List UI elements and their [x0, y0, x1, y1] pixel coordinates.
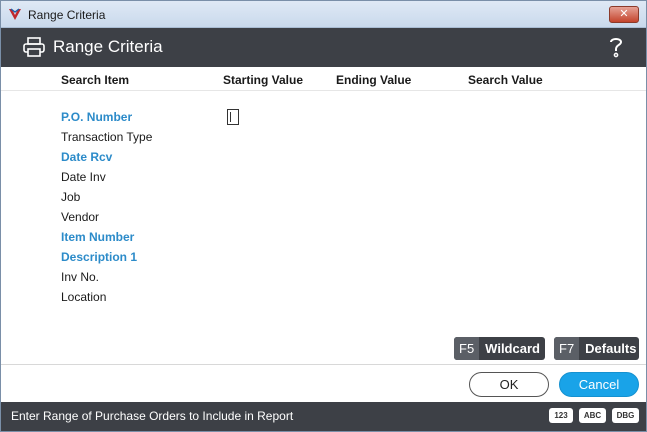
debug-mode-badge[interactable]: DBG [612, 408, 639, 423]
defaults-button[interactable]: F7 Defaults [554, 337, 639, 360]
search-item-po-number[interactable]: P.O. Number [61, 107, 132, 127]
numeric-mode-badge[interactable]: 123 [549, 408, 573, 423]
wildcard-label: Wildcard [485, 341, 540, 356]
column-header-search-value: Search Value [468, 73, 543, 87]
search-item-inv-no[interactable]: Inv No. [61, 267, 99, 287]
close-icon: ✕ [619, 8, 629, 20]
column-headers: Search Item Starting Value Ending Value … [1, 67, 646, 91]
footer-divider [1, 364, 646, 365]
wildcard-button[interactable]: F5 Wildcard [454, 337, 545, 360]
search-item-vendor[interactable]: Vendor [61, 207, 99, 227]
defaults-key-label: F7 [554, 337, 580, 360]
alpha-mode-badge[interactable]: ABC [579, 408, 606, 423]
window-titlebar[interactable]: Range Criteria ✕ [1, 1, 646, 28]
search-item-date-inv[interactable]: Date Inv [61, 167, 106, 187]
column-header-ending-value: Ending Value [336, 73, 412, 87]
dialog-title: Range Criteria [53, 37, 163, 56]
printer-icon[interactable] [23, 37, 45, 57]
window-title: Range Criteria [28, 8, 106, 22]
search-item-location[interactable]: Location [61, 287, 106, 307]
cancel-button[interactable]: Cancel [559, 372, 639, 397]
ok-button[interactable]: OK [469, 372, 549, 397]
search-item-description-1[interactable]: Description 1 [61, 247, 137, 267]
search-item-item-number[interactable]: Item Number [61, 227, 134, 247]
dialog-header: Range Criteria [1, 28, 646, 67]
defaults-label: Defaults [585, 341, 637, 356]
status-bar: Enter Range of Purchase Orders to Includ… [1, 402, 646, 431]
starting-value-input[interactable] [227, 109, 239, 125]
column-header-starting-value: Starting Value [223, 73, 304, 87]
column-header-search-item: Search Item [61, 73, 130, 87]
status-message: Enter Range of Purchase Orders to Includ… [11, 409, 294, 423]
question-mark-icon[interactable] [608, 36, 624, 58]
range-criteria-window: Range Criteria ✕ Range Criteria Search I… [0, 0, 647, 432]
window-close-button[interactable]: ✕ [609, 6, 639, 23]
search-item-job[interactable]: Job [61, 187, 80, 207]
wildcard-key-label: F5 [454, 337, 480, 360]
app-logo-icon [9, 8, 21, 20]
search-item-transaction-type[interactable]: Transaction Type [61, 127, 152, 147]
search-item-date-rcv[interactable]: Date Rcv [61, 147, 112, 167]
